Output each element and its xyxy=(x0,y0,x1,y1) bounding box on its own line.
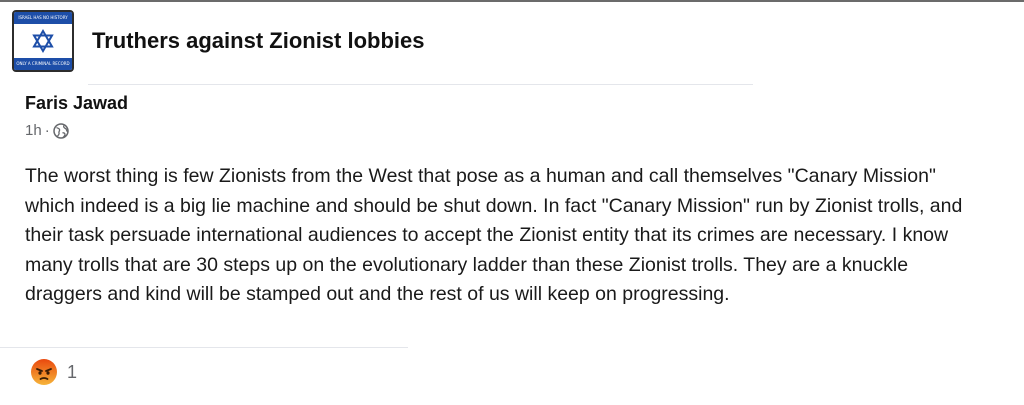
post-meta: 1h · xyxy=(25,122,69,139)
reactions-bar[interactable]: 1 xyxy=(30,358,77,386)
group-name[interactable]: Truthers against Zionist lobbies xyxy=(92,28,425,54)
group-header: ISRAEL HAS NO HISTORY ONLY A CRIMINAL RE… xyxy=(12,10,425,72)
footer-divider xyxy=(0,347,408,348)
post-time[interactable]: 1h xyxy=(25,122,42,139)
author-name[interactable]: Faris Jawad xyxy=(25,93,128,114)
globe-icon[interactable] xyxy=(52,122,69,139)
group-avatar[interactable]: ISRAEL HAS NO HISTORY ONLY A CRIMINAL RE… xyxy=(12,10,74,72)
avatar-text-bottom: ONLY A CRIMINAL RECORD xyxy=(16,61,70,66)
avatar-text-top: ISRAEL HAS NO HISTORY xyxy=(18,15,68,20)
meta-separator: · xyxy=(44,122,50,139)
top-border xyxy=(0,0,1024,2)
angry-icon[interactable] xyxy=(30,358,58,386)
star-of-david-icon xyxy=(32,29,54,53)
reaction-count[interactable]: 1 xyxy=(67,362,77,383)
header-divider xyxy=(88,84,753,85)
post-text: The worst thing is few Zionists from the… xyxy=(25,165,963,306)
